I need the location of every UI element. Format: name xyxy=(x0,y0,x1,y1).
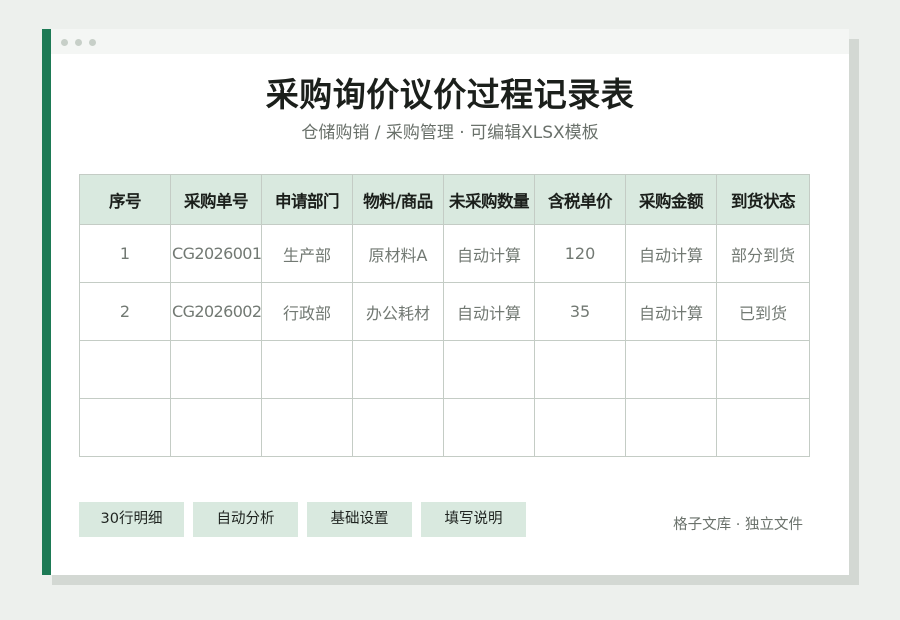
table-cell[interactable]: CG2026002 xyxy=(170,282,262,341)
table-row: 1 CG2026001 生产部 原材料A 自动计算 120 自动计算 部分到货 xyxy=(79,224,810,283)
column-header-item: 物料/商品 xyxy=(352,174,444,225)
table-cell[interactable]: 部分到货 xyxy=(716,224,810,283)
table-cell[interactable]: 行政部 xyxy=(261,282,353,341)
table-cell[interactable]: 自动计算 xyxy=(443,224,535,283)
window-dot-icon xyxy=(61,39,68,46)
page-title: 采购询价议价过程记录表 xyxy=(265,75,635,114)
table-cell[interactable]: 自动计算 xyxy=(625,282,717,341)
column-header-department: 申请部门 xyxy=(261,174,353,225)
table-header-row: 序号 采购单号 申请部门 物料/商品 未采购数量 含税单价 采购金额 到货状态 xyxy=(79,174,810,225)
table-cell[interactable] xyxy=(352,398,444,457)
window-dot-icon xyxy=(75,39,82,46)
table-cell[interactable]: 自动计算 xyxy=(625,224,717,283)
table-cell[interactable]: 已到货 xyxy=(716,282,810,341)
table-cell[interactable]: 120 xyxy=(534,224,626,283)
table-cell[interactable] xyxy=(625,398,717,457)
instructions-button[interactable]: 填写说明 xyxy=(421,502,526,537)
table-cell[interactable] xyxy=(79,398,171,457)
document-sheet: 采购询价议价过程记录表 仓储购销 / 采购管理 · 可编辑XLSX模板 序号 采… xyxy=(42,29,849,575)
purchase-record-table: 序号 采购单号 申请部门 物料/商品 未采购数量 含税单价 采购金额 到货状态 … xyxy=(79,174,810,457)
page-subtitle: 仓储购销 / 采购管理 · 可编辑XLSX模板 xyxy=(301,123,599,143)
column-header-delivery-status: 到货状态 xyxy=(716,174,810,225)
table-cell[interactable] xyxy=(261,340,353,399)
table-cell[interactable]: 1 xyxy=(79,224,171,283)
table-cell[interactable]: 自动计算 xyxy=(443,282,535,341)
column-header-index: 序号 xyxy=(79,174,171,225)
window-dot-icon xyxy=(89,39,96,46)
table-cell[interactable]: 2 xyxy=(79,282,171,341)
auto-analysis-button[interactable]: 自动分析 xyxy=(193,502,298,537)
table-cell[interactable] xyxy=(534,340,626,399)
table-cell[interactable] xyxy=(170,398,262,457)
table-cell[interactable] xyxy=(716,398,810,457)
window-bar xyxy=(51,29,849,54)
table-cell[interactable] xyxy=(534,398,626,457)
column-header-order-no: 采购单号 xyxy=(170,174,262,225)
table-cell[interactable] xyxy=(625,340,717,399)
table-cell[interactable] xyxy=(443,398,535,457)
basic-settings-button[interactable]: 基础设置 xyxy=(307,502,412,537)
table-cell[interactable]: 原材料A xyxy=(352,224,444,283)
table-cell[interactable] xyxy=(261,398,353,457)
column-header-amount: 采购金额 xyxy=(625,174,717,225)
table-cell[interactable] xyxy=(170,340,262,399)
table-cell[interactable] xyxy=(352,340,444,399)
table-row xyxy=(79,340,810,399)
table-row: 2 CG2026002 行政部 办公耗材 自动计算 35 自动计算 已到货 xyxy=(79,282,810,341)
table-cell[interactable] xyxy=(79,340,171,399)
table-cell[interactable]: 35 xyxy=(534,282,626,341)
column-header-pending-qty: 未采购数量 xyxy=(443,174,535,225)
table-cell[interactable]: CG2026001 xyxy=(170,224,262,283)
table-cell[interactable]: 办公耗材 xyxy=(352,282,444,341)
footer-note: 格子文库 · 独立文件 xyxy=(673,517,803,533)
table-row xyxy=(79,398,810,457)
detail-rows-button[interactable]: 30行明细 xyxy=(79,502,184,537)
table-cell[interactable] xyxy=(716,340,810,399)
table-cell[interactable]: 生产部 xyxy=(261,224,353,283)
table-cell[interactable] xyxy=(443,340,535,399)
column-header-unit-price: 含税单价 xyxy=(534,174,626,225)
